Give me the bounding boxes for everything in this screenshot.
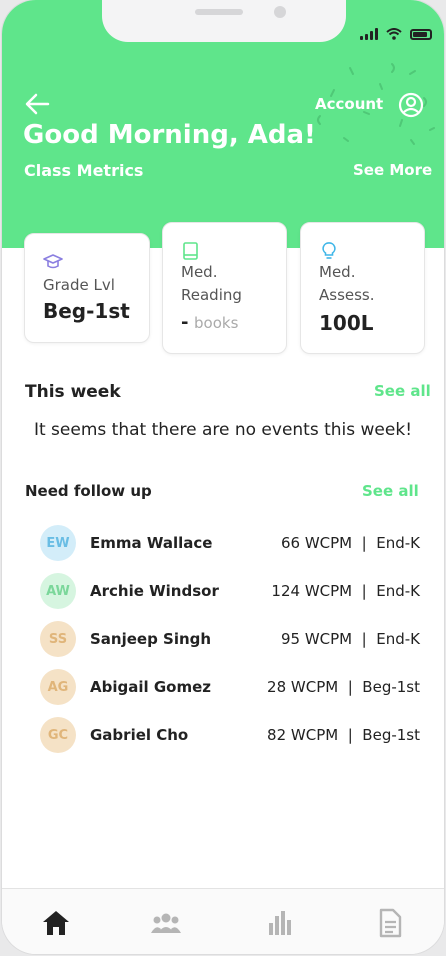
graduation-cap-icon bbox=[43, 254, 63, 269]
student-name: Emma Wallace bbox=[90, 534, 213, 552]
metric-value: Beg-1st bbox=[43, 299, 130, 323]
metric-value: 100L bbox=[319, 311, 374, 335]
camera bbox=[274, 6, 286, 18]
metric-card-grade[interactable]: Grade Lvl Beg-1st bbox=[24, 233, 150, 343]
this-week-see-all-link[interactable]: See all bbox=[374, 382, 431, 400]
this-week-title: This week bbox=[25, 382, 121, 402]
notch bbox=[102, 0, 346, 42]
wifi-icon bbox=[386, 28, 402, 40]
avatar: AG bbox=[40, 669, 76, 705]
student-metric: 124 WCPM | End-K bbox=[271, 582, 420, 600]
follow-up-see-all-link[interactable]: See all bbox=[362, 482, 419, 500]
speaker-grille bbox=[195, 9, 243, 15]
back-arrow-icon[interactable] bbox=[24, 92, 50, 116]
empty-events-message: It seems that there are no events this w… bbox=[33, 420, 413, 440]
student-row[interactable]: AW Archie Windsor 124 WCPM | End-K bbox=[40, 573, 420, 611]
phone-screen: Account Good Morning, Ada! Class Metrics… bbox=[2, 0, 444, 954]
bar-chart-icon[interactable] bbox=[264, 907, 296, 939]
student-metric: 66 WCPM | End-K bbox=[280, 534, 420, 552]
student-name: Abigail Gomez bbox=[90, 678, 212, 696]
avatar: SS bbox=[40, 621, 76, 657]
avatar: EW bbox=[40, 525, 76, 561]
account-link[interactable]: Account bbox=[315, 95, 383, 113]
student-metric: 95 WCPM | End-K bbox=[280, 630, 420, 648]
metric-label: Grade Lvl bbox=[43, 276, 115, 294]
bottom-tab-bar bbox=[2, 888, 444, 954]
class-metrics-label: Class Metrics bbox=[24, 161, 144, 180]
greeting-title: Good Morning, Ada! bbox=[23, 120, 316, 150]
lightbulb-icon bbox=[322, 242, 336, 259]
signal-icon bbox=[360, 28, 378, 40]
student-name: Gabriel Cho bbox=[90, 726, 189, 744]
student-row[interactable]: GC Gabriel Cho 82 WCPM | Beg-1st bbox=[40, 717, 420, 755]
battery-icon bbox=[410, 29, 432, 40]
status-bar bbox=[360, 28, 432, 40]
user-circle-icon[interactable] bbox=[398, 92, 424, 118]
group-icon[interactable] bbox=[150, 907, 182, 939]
metric-label-line-1: Med. bbox=[181, 263, 218, 281]
metric-unit: books bbox=[194, 314, 239, 332]
metric-label-line-1: Med. bbox=[319, 263, 356, 281]
header: Account Good Morning, Ada! Class Metrics… bbox=[2, 0, 444, 248]
student-name: Sanjeep Singh bbox=[90, 630, 212, 648]
student-row[interactable]: SS Sanjeep Singh 95 WCPM | End-K bbox=[40, 621, 420, 659]
metric-label-line-2: Assess. bbox=[319, 286, 375, 304]
avatar: AW bbox=[40, 573, 76, 609]
metric-value: - bbox=[181, 312, 189, 333]
student-metric: 82 WCPM | Beg-1st bbox=[267, 726, 420, 744]
need-follow-up-title: Need follow up bbox=[25, 482, 152, 500]
home-icon[interactable] bbox=[40, 907, 72, 939]
document-icon[interactable] bbox=[374, 907, 406, 939]
student-name: Archie Windsor bbox=[90, 582, 219, 600]
book-icon bbox=[183, 242, 198, 260]
metric-label-line-2: Reading bbox=[181, 286, 242, 304]
see-more-link[interactable]: See More bbox=[353, 161, 432, 179]
metric-card-assessment[interactable]: Med. Assess. 100L bbox=[300, 222, 425, 354]
student-row[interactable]: EW Emma Wallace 66 WCPM | End-K bbox=[40, 525, 420, 563]
avatar: GC bbox=[40, 717, 76, 753]
metric-card-reading[interactable]: Med. Reading - books bbox=[162, 222, 287, 354]
student-metric: 28 WCPM | Beg-1st bbox=[267, 678, 420, 696]
student-row[interactable]: AG Abigail Gomez 28 WCPM | Beg-1st bbox=[40, 669, 420, 707]
